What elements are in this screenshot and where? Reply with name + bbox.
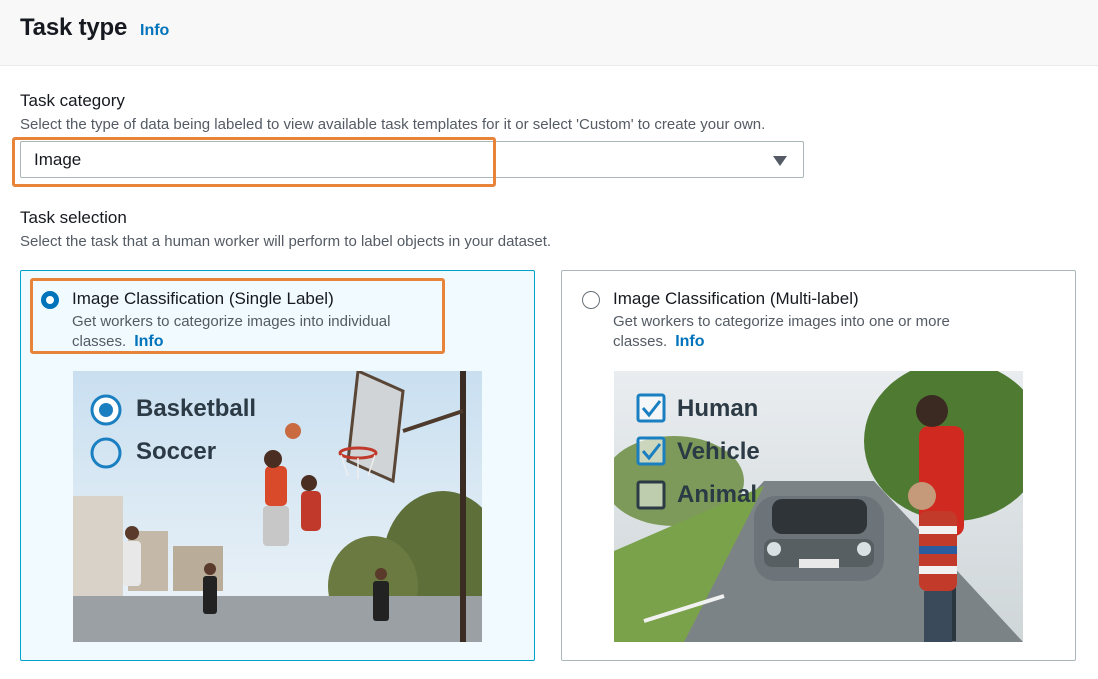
radio-single-label[interactable] [41, 291, 59, 309]
tile-multi-label-desc-text: Get workers to categorize images into on… [613, 313, 950, 350]
tile-single-label-title: Image Classification (Single Label) [72, 289, 334, 308]
radio-multi-label[interactable] [582, 291, 600, 309]
tile-single-label-description: Get workers to categorize images into in… [72, 312, 432, 352]
section-title: Task type [20, 14, 128, 41]
tile-single-label[interactable]: Image Classification (Single Label) Get … [20, 270, 535, 661]
example-option-vehicle: Vehicle [677, 438, 760, 465]
tile-multi-label-title: Image Classification (Multi-label) [613, 289, 859, 308]
example-option-animal: Animal [677, 481, 758, 508]
caret-down-icon [773, 156, 787, 166]
task-category-label: Task category [20, 91, 125, 110]
header-info-link[interactable]: Info [140, 22, 169, 40]
example-option-basketball: Basketball [136, 395, 257, 422]
task-category-selected-value: Image [34, 150, 82, 169]
tile-multi-label[interactable]: Image Classification (Multi-label) Get w… [561, 270, 1076, 661]
street-example-image: Human Vehicle Animal [614, 371, 1023, 642]
tile-single-label-desc-text: Get workers to categorize images into in… [72, 313, 391, 350]
task-selection-label: Task selection [20, 208, 127, 227]
basketball-example-image: Basketball Soccer [73, 371, 482, 642]
section-header: Task type Info [0, 0, 1098, 66]
task-selection-description: Select the task that a human worker will… [20, 233, 552, 250]
tile-multi-label-info-link[interactable]: Info [675, 333, 704, 350]
tile-multi-label-description: Get workers to categorize images into on… [613, 312, 973, 352]
task-category-description: Select the type of data being labeled to… [20, 116, 766, 133]
example-option-soccer: Soccer [136, 438, 217, 465]
tile-single-label-info-link[interactable]: Info [134, 333, 163, 350]
example-option-human: Human [677, 395, 759, 422]
task-category-select[interactable]: Image [20, 141, 804, 178]
